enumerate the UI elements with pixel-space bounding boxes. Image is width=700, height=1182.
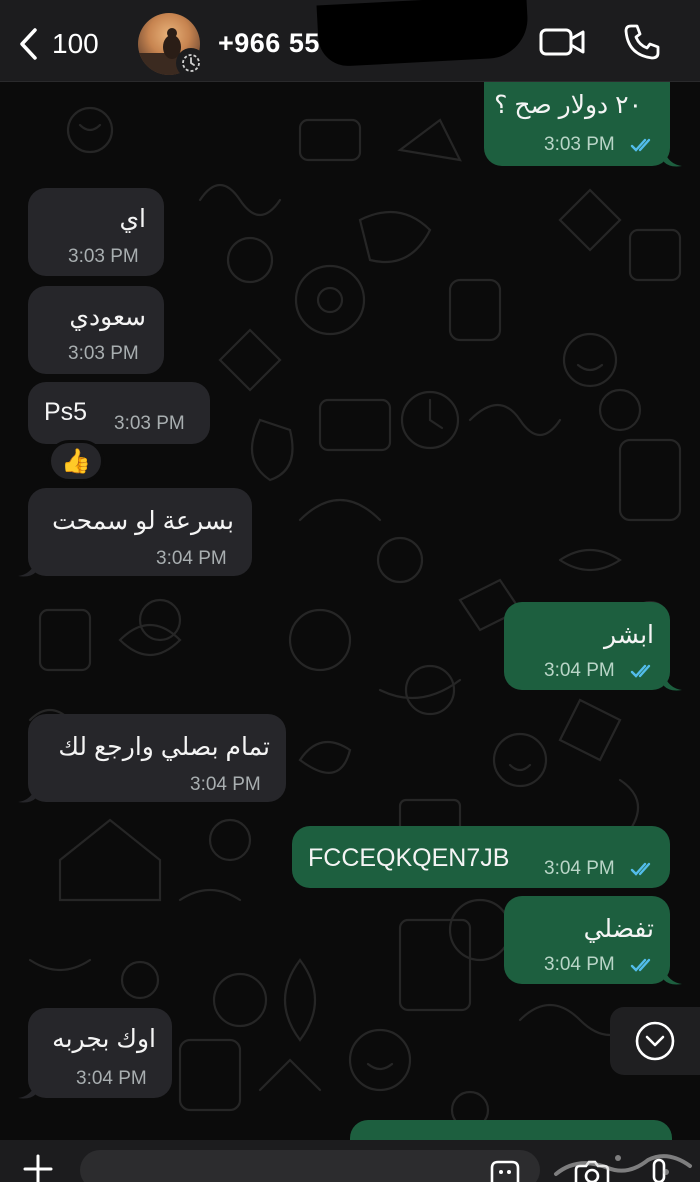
message-bubble-incoming[interactable]: تمام بصلي وارجع لك 3:04 PM — [28, 714, 286, 802]
bubble-tail — [664, 968, 682, 985]
message-bubble-incoming[interactable]: اوك بجربه 3:04 PM — [28, 1008, 172, 1098]
message-bubble-incoming[interactable]: Ps5 3:03 PM — [28, 382, 210, 444]
message-text: بسرعة لو سمحت — [52, 507, 234, 535]
scroll-to-bottom-button[interactable] — [610, 1007, 700, 1075]
message-time: 3:04 PM — [156, 548, 227, 569]
message-text: اوك بجربه — [52, 1025, 156, 1053]
message-time: 3:04 PM — [544, 660, 615, 681]
bubble-tail — [18, 560, 36, 577]
message-text: تمام بصلي وارجع لك — [58, 733, 270, 761]
chevron-down-circle-icon — [635, 1021, 675, 1061]
message-bubble-outgoing[interactable]: ابشر 3:04 PM — [504, 602, 670, 690]
message-time: 3:03 PM — [68, 246, 139, 267]
message-input[interactable] — [80, 1150, 540, 1182]
message-bubble-outgoing[interactable]: ٢٠ دولار صح ؟ 3:03 PM — [484, 82, 670, 166]
message-bubble-incoming[interactable]: بسرعة لو سمحت 3:04 PM — [28, 488, 252, 576]
bubble-tail — [18, 1082, 36, 1099]
thumbs-up-emoji: 👍 — [61, 447, 91, 475]
message-text: ابشر — [604, 621, 654, 649]
message-text: اي — [119, 205, 146, 233]
read-receipt-icon — [630, 958, 651, 972]
back-button[interactable]: 100 — [18, 22, 118, 66]
read-receipt-icon — [630, 138, 651, 152]
sticker-icon[interactable] — [488, 1158, 522, 1182]
contact-name[interactable]: +966 55 — [218, 28, 320, 59]
video-call-icon[interactable] — [538, 24, 586, 60]
chat-header: 100 +966 55 — [0, 0, 700, 82]
message-text: سعودي — [69, 303, 146, 331]
chevron-left-icon — [20, 28, 37, 60]
phone-icon[interactable] — [622, 22, 662, 62]
message-time: 3:03 PM — [544, 134, 615, 155]
message-bubble-incoming[interactable]: سعودي 3:03 PM — [28, 286, 164, 374]
read-receipt-icon — [630, 862, 651, 876]
message-bubble-incoming[interactable]: اي 3:03 PM — [28, 188, 164, 276]
bubble-tail — [664, 150, 682, 167]
message-time: 3:04 PM — [544, 858, 615, 879]
message-time: 3:03 PM — [68, 343, 139, 364]
chat-wallpaper — [28, 106, 682, 1130]
disappearing-timer-icon — [176, 48, 206, 78]
plus-icon[interactable] — [18, 1152, 58, 1182]
message-time: 3:03 PM — [114, 413, 185, 434]
message-time: 3:04 PM — [544, 954, 615, 975]
message-text: Ps5 — [44, 398, 88, 426]
message-text: FCCEQKQEN7JB — [308, 844, 510, 872]
redaction-scribble — [316, 0, 530, 68]
reaction-badge[interactable]: 👍 — [48, 440, 104, 482]
watermark-logo — [554, 1154, 692, 1176]
message-text: ٢٠ دولار صح ؟ — [494, 91, 642, 119]
bubble-tail — [664, 674, 682, 691]
unread-count: 100 — [52, 28, 99, 59]
message-bubble-outgoing[interactable]: FCCEQKQEN7JB 3:04 PM — [292, 826, 670, 888]
message-time: 3:04 PM — [190, 774, 261, 795]
message-time: 3:04 PM — [76, 1068, 147, 1089]
message-text: تفضلي — [583, 915, 654, 943]
bubble-tail — [18, 786, 36, 803]
message-bubble-outgoing[interactable]: تفضلي 3:04 PM — [504, 896, 670, 984]
read-receipt-icon — [630, 664, 651, 678]
